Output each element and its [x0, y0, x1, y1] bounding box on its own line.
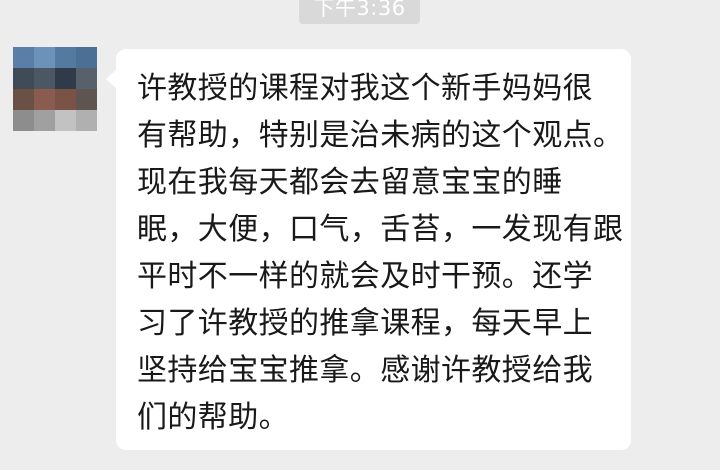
message-bubble[interactable]: 许教授的课程对我这个新手妈妈很 有帮助，特别是治未病的这个观点。 现在我每天都会… [106, 49, 631, 450]
message-timestamp: 下午3:36 [299, 0, 420, 24]
avatar[interactable] [13, 47, 97, 131]
message-text: 许教授的课程对我这个新手妈妈很 有帮助，特别是治未病的这个观点。 现在我每天都会… [137, 71, 624, 435]
